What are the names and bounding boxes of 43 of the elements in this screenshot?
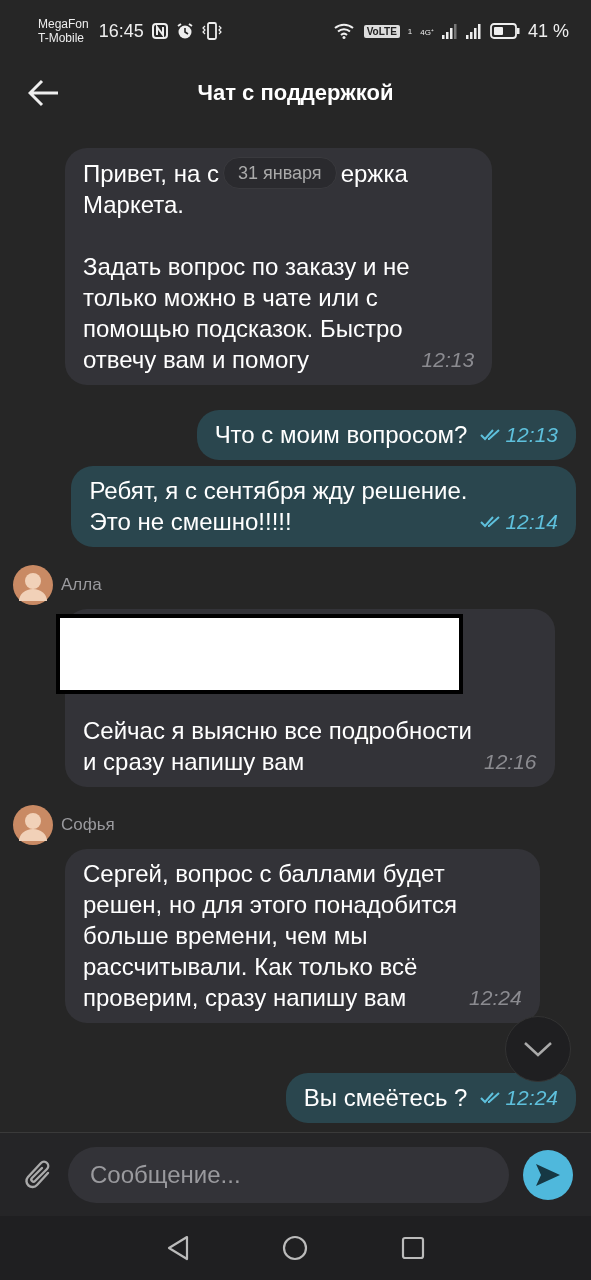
message-time: 12:13	[479, 419, 558, 450]
message-text: Вы смеётесь ?	[303, 1083, 468, 1113]
carrier-name: MegaFon	[38, 17, 89, 31]
send-button[interactable]	[523, 1149, 573, 1200]
clock: 16:45	[98, 20, 144, 42]
message-text: ержка	[340, 158, 408, 189]
back-arrow-icon	[28, 79, 60, 107]
message-input[interactable]: Сообщение...	[68, 1146, 509, 1203]
battery-icon	[489, 23, 520, 39]
sender-name: Софья	[61, 815, 115, 835]
nfc-icon	[151, 23, 168, 39]
sim-number: 1	[407, 26, 413, 36]
network-type: 4G⁺	[420, 26, 434, 37]
message-time: 12:16	[483, 749, 537, 775]
avatar-icon	[13, 565, 53, 605]
carrier-name: T-Mobile	[38, 31, 85, 45]
signal-icon	[465, 23, 482, 39]
home-button[interactable]	[282, 1235, 309, 1261]
recents-button[interactable]	[400, 1236, 425, 1260]
sender-name: Алла	[61, 575, 102, 595]
message-text: Сергей, вопрос с баллами будет решен, но для этого понадобится больше времени, чем мы рассчитывали. Как только всё проверим, сразу напишу вам	[83, 859, 458, 1013]
vibrate-icon	[201, 22, 222, 40]
signal-icon	[441, 23, 458, 39]
message-time: 12:13	[421, 347, 475, 373]
message-time: 12:24	[469, 985, 522, 1011]
message-time: 12:24	[479, 1082, 558, 1113]
battery-percent: 41 %	[527, 20, 569, 42]
date-label: 31 января	[223, 157, 337, 189]
volte-badge: VoLTE	[363, 24, 400, 38]
message-text: Сейчас я выясню все подробности и сразу напишу вам	[83, 716, 472, 777]
message-text: Что с моим вопросом?	[214, 420, 468, 450]
wifi-icon	[333, 23, 356, 39]
avatar-icon	[13, 805, 53, 845]
message-text: Маркета. Задать вопрос по заказу и не только можно в чате или с помощью подсказок. Быстро отвечу вам и помогу	[83, 190, 410, 375]
back-nav-button[interactable]	[166, 1235, 191, 1261]
message-text: Привет, на с	[83, 158, 219, 189]
back-button[interactable]	[28, 79, 60, 107]
message-text: Ребят, я с сентября жду решение. Это не смешно!!!!!	[89, 476, 468, 537]
alarm-icon	[175, 22, 194, 40]
send-icon	[534, 1161, 562, 1188]
chat-title: Чат с поддержкой	[197, 80, 394, 106]
message-time: 12:14	[479, 506, 558, 537]
chevron-down-icon	[523, 1041, 553, 1057]
